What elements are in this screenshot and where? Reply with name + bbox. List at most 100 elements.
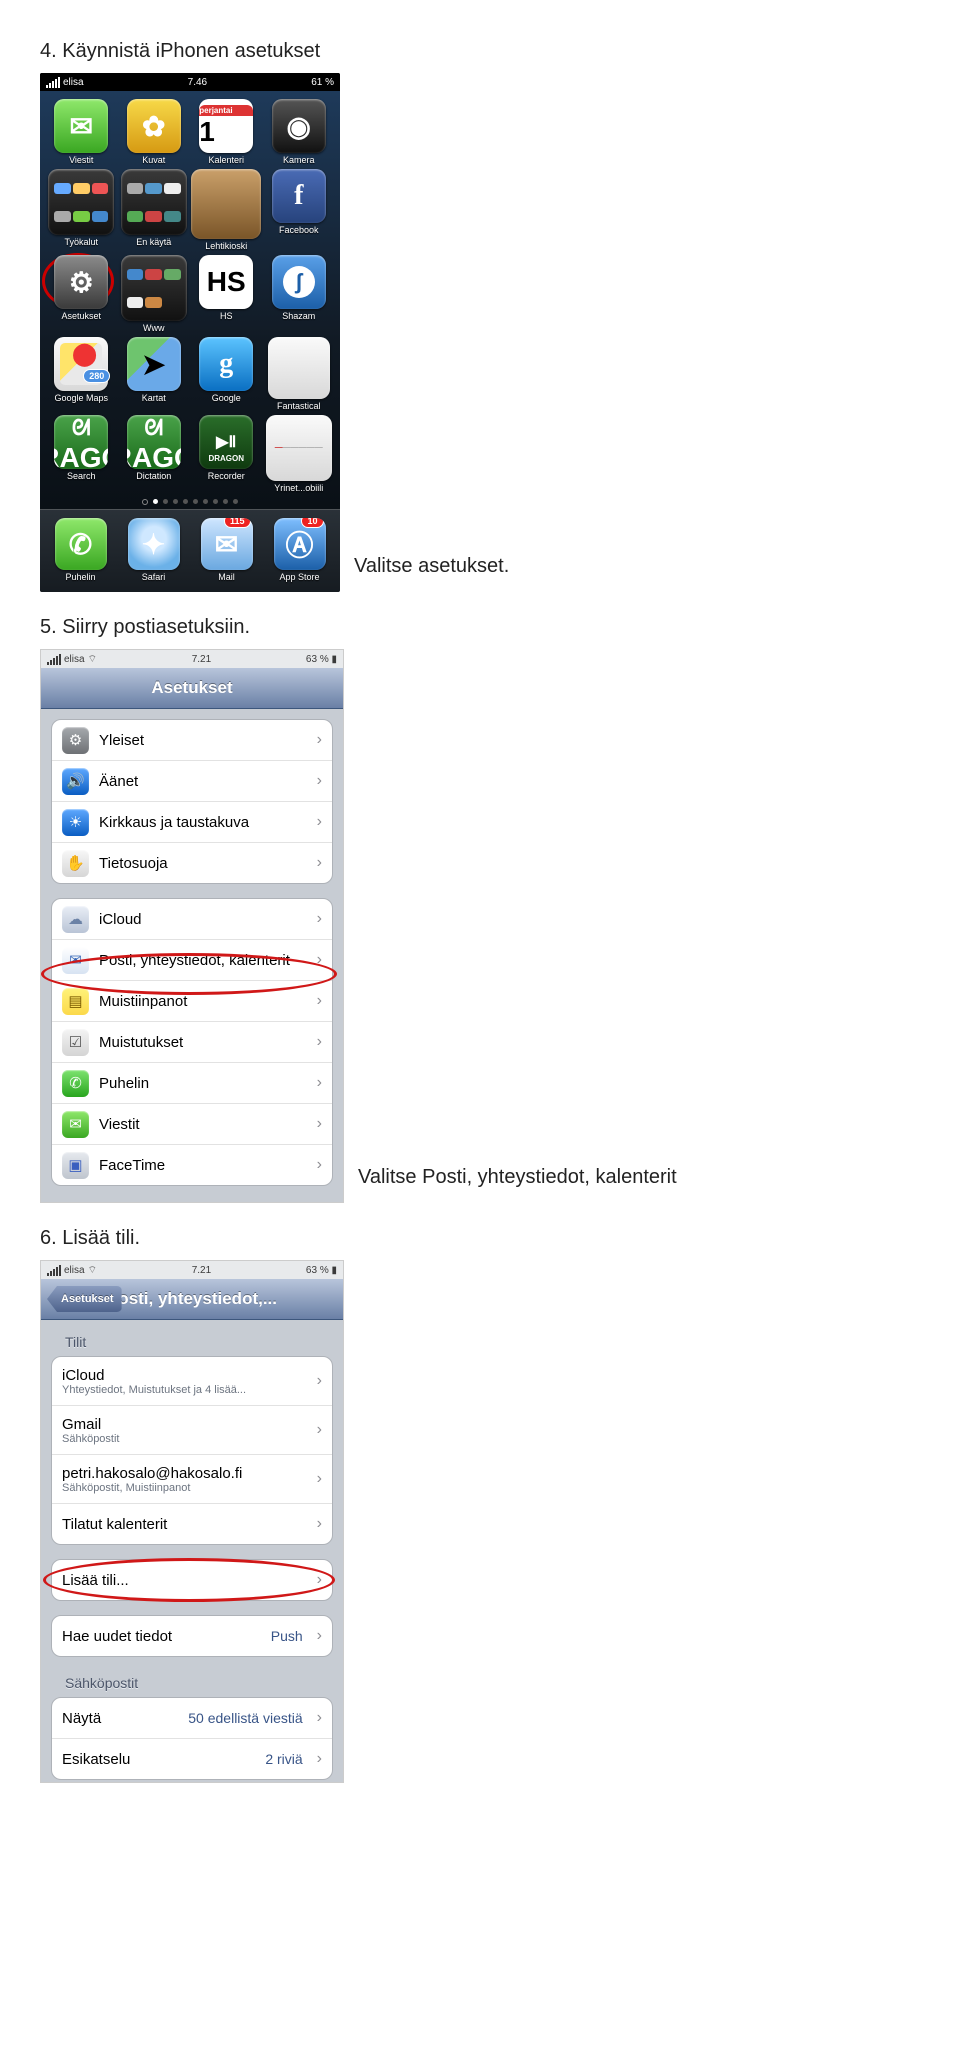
- row-phone[interactable]: ✆Puhelin›: [52, 1063, 332, 1104]
- app-fantastical[interactable]: Fantastical: [264, 337, 335, 411]
- appstore-badge: 10: [301, 518, 323, 528]
- fetch-value: Push: [271, 1628, 303, 1644]
- caption-2: Valitse Posti, yhteystiedot, kalenterit: [358, 1166, 677, 1203]
- account-gmail[interactable]: GmailSähköpostit›: [52, 1406, 332, 1455]
- chevron-right-icon: ›: [309, 1033, 322, 1051]
- caption-1: Valitse asetukset.: [354, 555, 509, 592]
- row-preview[interactable]: Esikatselu2 riviä›: [52, 1739, 332, 1779]
- chevron-right-icon: ›: [309, 772, 322, 790]
- app-www-folder[interactable]: Www: [119, 255, 190, 333]
- app-hs[interactable]: HSHS: [191, 255, 262, 333]
- app-shazam[interactable]: ʃShazam: [264, 255, 335, 333]
- app-maps[interactable]: ➤Kartat: [119, 337, 190, 411]
- app-dragon-search[interactable]: ᘛDRAGONSearch: [46, 415, 117, 493]
- navbar: Asetukset Posti, yhteystiedot,...: [41, 1279, 343, 1320]
- app-tools-folder[interactable]: Työkalut: [46, 169, 117, 251]
- row-mail-contacts-calendars[interactable]: ✉Posti, yhteystiedot, kalenterit›: [52, 940, 332, 981]
- row-facetime[interactable]: ▣FaceTime›: [52, 1145, 332, 1185]
- row-add-account[interactable]: Lisää tili...›: [52, 1560, 332, 1600]
- app-google[interactable]: gGoogle: [191, 337, 262, 411]
- carrier: elisa: [63, 77, 84, 88]
- screenshot-mail-accounts: elisa ⌔ 7.21 63 % ▮ Asetukset Posti, yht…: [40, 1260, 344, 1783]
- page-indicator[interactable]: [46, 493, 334, 509]
- app-facebook[interactable]: fFacebook: [264, 169, 335, 251]
- dock-safari[interactable]: ✦Safari: [128, 518, 180, 582]
- step-4-heading: 4. Käynnistä iPhonen asetukset: [40, 40, 920, 63]
- row-icloud[interactable]: ☁iCloud›: [52, 899, 332, 940]
- chevron-right-icon: ›: [309, 992, 322, 1010]
- row-fetch[interactable]: Hae uudet tiedotPush›: [52, 1616, 332, 1656]
- chevron-right-icon: ›: [309, 1115, 322, 1133]
- facetime-icon: ▣: [62, 1152, 89, 1179]
- time: 7.21: [192, 654, 211, 665]
- chevron-right-icon: ›: [309, 1074, 322, 1092]
- dock: ✆Puhelin ✦Safari ✉115Mail Ⓐ10App Store: [40, 509, 340, 592]
- wifi-icon: ⌔: [88, 653, 97, 666]
- chevron-right-icon: ›: [309, 1750, 322, 1768]
- signal-icon: [47, 654, 61, 665]
- chevron-right-icon: ›: [309, 854, 322, 872]
- app-google-maps[interactable]: ⬤280Google Maps: [46, 337, 117, 411]
- show-value: 50 edellistä viestiä: [188, 1710, 302, 1726]
- chevron-right-icon: ›: [309, 1627, 322, 1645]
- chevron-right-icon: ›: [309, 951, 322, 969]
- row-messages[interactable]: ✉Viestit›: [52, 1104, 332, 1145]
- dock-mail[interactable]: ✉115Mail: [201, 518, 253, 582]
- app-newsstand[interactable]: Lehtikioski: [191, 169, 262, 251]
- app-unused-folder[interactable]: En käytä: [119, 169, 190, 251]
- navbar-title: Posti, yhteystiedot,...: [107, 1289, 277, 1309]
- row-sounds[interactable]: 🔊Äänet›: [52, 761, 332, 802]
- chevron-right-icon: ›: [309, 1470, 322, 1488]
- row-privacy[interactable]: ✋Tietosuoja›: [52, 843, 332, 883]
- chevron-right-icon: ›: [309, 813, 322, 831]
- mail-icon: ✉: [62, 947, 89, 974]
- speaker-icon: 🔊: [62, 768, 89, 795]
- signal-icon: [47, 1265, 61, 1276]
- gear-icon: ⚙: [62, 727, 89, 754]
- navbar: Asetukset: [41, 668, 343, 709]
- row-show[interactable]: Näytä50 edellistä viestiä›: [52, 1698, 332, 1739]
- time: 7.46: [188, 77, 207, 88]
- app-camera[interactable]: ◉Kamera: [264, 99, 335, 165]
- preview-value: 2 riviä: [265, 1751, 302, 1767]
- chevron-right-icon: ›: [309, 1156, 322, 1174]
- account-subscribed-calendars[interactable]: Tilatut kalenterit›: [52, 1504, 332, 1544]
- app-photos[interactable]: ✿Kuvat: [119, 99, 190, 165]
- app-messages[interactable]: ✉Viestit: [46, 99, 117, 165]
- app-calendar[interactable]: perjantai1Kalenteri: [191, 99, 262, 165]
- account-hakosalo[interactable]: petri.hakosalo@hakosalo.fiSähköpostit, M…: [52, 1455, 332, 1504]
- brightness-icon: ☀: [62, 809, 89, 836]
- chevron-right-icon: ›: [309, 1421, 322, 1439]
- battery: 63 % ▮: [306, 1265, 337, 1276]
- time: 7.21: [192, 1265, 211, 1276]
- dock-appstore[interactable]: Ⓐ10App Store: [274, 518, 326, 582]
- row-reminders[interactable]: ☑Muistutukset›: [52, 1022, 332, 1063]
- screenshot-settings: elisa ⌔ 7.21 63 % ▮ Asetukset ⚙Yleiset› …: [40, 649, 344, 1203]
- chevron-right-icon: ›: [309, 1709, 322, 1727]
- row-general[interactable]: ⚙Yleiset›: [52, 720, 332, 761]
- section-accounts: Tilit: [51, 1330, 333, 1356]
- navbar-title: Asetukset: [151, 678, 232, 698]
- app-settings[interactable]: ⚙Asetukset: [46, 255, 117, 333]
- status-bar: elisa 7.46 61 %: [40, 73, 340, 91]
- dock-phone[interactable]: ✆Puhelin: [55, 518, 107, 582]
- app-dragon-dictation[interactable]: ᘛDRAGONDictation: [119, 415, 190, 493]
- app-yrinet[interactable]: — —————Yrinet...obiili: [264, 415, 335, 493]
- row-notes[interactable]: ▤Muistiinpanot›: [52, 981, 332, 1022]
- back-button[interactable]: Asetukset: [47, 1286, 122, 1312]
- row-brightness[interactable]: ☀Kirkkaus ja taustakuva›: [52, 802, 332, 843]
- status-bar: elisa ⌔ 7.21 63 % ▮: [41, 1261, 343, 1279]
- screenshot-home-screen: elisa 7.46 61 % ✉Viestit ✿Kuvat perjanta…: [40, 73, 340, 592]
- section-email: Sähköpostit: [51, 1671, 333, 1697]
- step-6-heading: 6. Lisää tili.: [40, 1227, 920, 1250]
- reminders-icon: ☑: [62, 1029, 89, 1056]
- chevron-right-icon: ›: [309, 1372, 322, 1390]
- notes-icon: ▤: [62, 988, 89, 1015]
- signal-icon: [46, 77, 60, 88]
- app-dragon-recorder[interactable]: ▶ⅡDRAGONRecorder: [191, 415, 262, 493]
- account-icloud[interactable]: iCloudYhteystiedot, Muistutukset ja 4 li…: [52, 1357, 332, 1406]
- cloud-icon: ☁: [62, 906, 89, 933]
- mail-badge: 115: [224, 518, 251, 528]
- chevron-right-icon: ›: [309, 731, 322, 749]
- chevron-right-icon: ›: [309, 910, 322, 928]
